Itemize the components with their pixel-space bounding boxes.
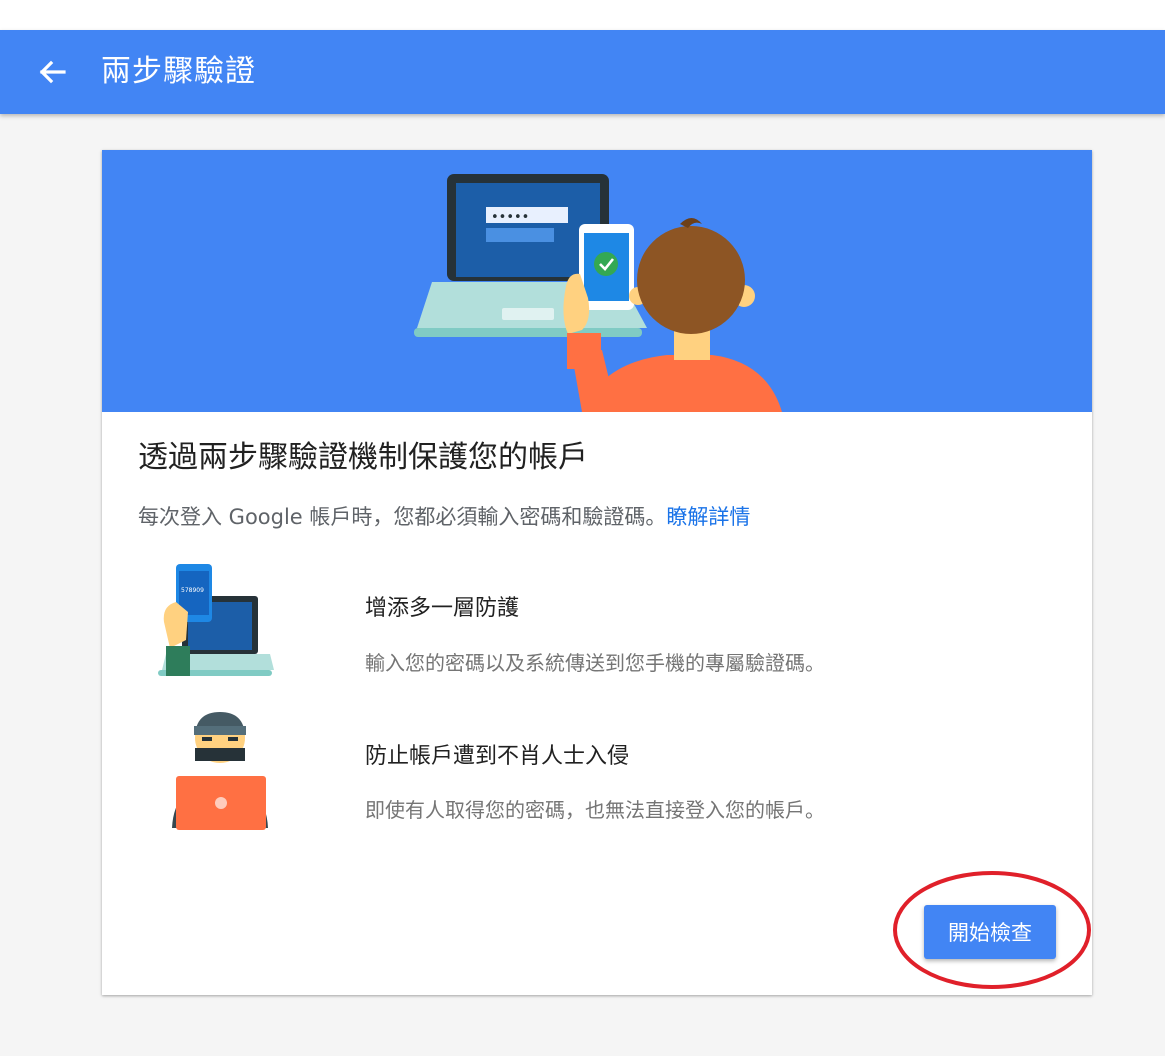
password-mask: ••••• [491, 210, 529, 225]
back-button[interactable] [32, 52, 72, 92]
card-title: 透過兩步驟驗證機制保護您的帳戶 [138, 440, 588, 475]
feature-text-prevent-intrusion: 即使有人取得您的密碼，也無法直接登入您的帳戶。 [365, 798, 825, 822]
hero-illustration: ••••• [414, 174, 782, 412]
feature-title-extra-layer: 增添多一層防護 [365, 596, 520, 621]
hero-banner: ••••• [102, 150, 1092, 412]
top-blank-strip [0, 0, 1165, 30]
two-step-card: ••••• 透過兩步驟驗證機制保護您的帳戶 每次登入 Google 帳戶時，您都… [102, 150, 1092, 995]
start-check-button[interactable]: 開始檢查 [924, 905, 1056, 959]
phone-code-laptop-illustration: 578909 [152, 562, 274, 686]
description-text: 每次登入 Google 帳戶時，您都必須輸入密碼和驗證碼。 [138, 505, 667, 529]
page-title: 兩步驟驗證 [101, 54, 256, 89]
learn-more-link[interactable]: 瞭解詳情 [666, 505, 750, 529]
feature-title-prevent-intrusion: 防止帳戶遭到不肖人士入侵 [365, 744, 630, 769]
phone-code: 578909 [181, 587, 204, 594]
app-bar: 兩步驟驗證 [0, 30, 1165, 114]
card-description: 每次登入 Google 帳戶時，您都必須輸入密碼和驗證碼。瞭解詳情 [138, 502, 750, 532]
feature-text-extra-layer: 輸入您的密碼以及系統傳送到您手機的專屬驗證碼。 [365, 651, 825, 675]
arrow-back-icon [39, 60, 66, 84]
hacker-laptop-illustration [166, 708, 276, 838]
check-circle-icon [594, 252, 618, 276]
